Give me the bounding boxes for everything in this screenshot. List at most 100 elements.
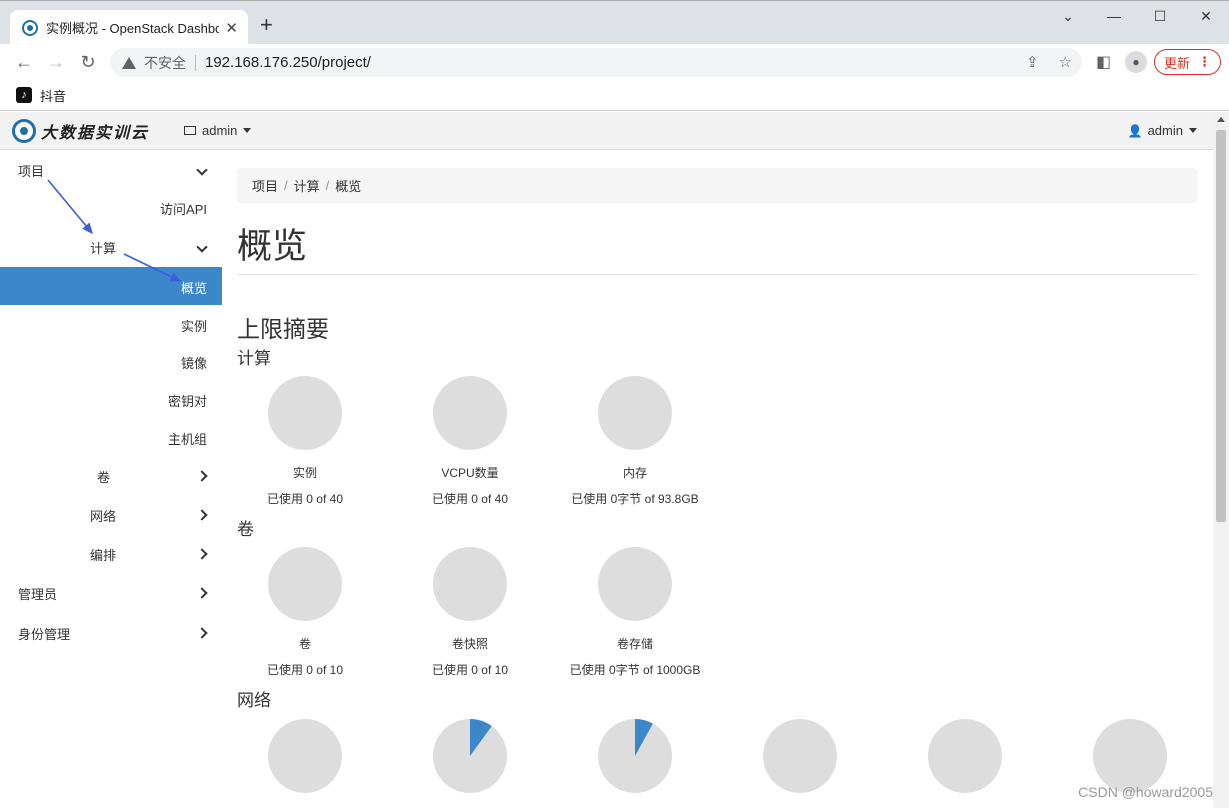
back-icon[interactable]: ← — [12, 50, 36, 74]
caret-down-icon — [243, 128, 252, 133]
douyin-icon: ♪ — [16, 87, 32, 103]
project-selector[interactable]: admin — [184, 123, 252, 138]
sidebar-item-keypairs[interactable]: 密钥对 — [0, 380, 222, 418]
sidebar-item-volumes[interactable]: 卷 — [0, 456, 222, 494]
side-panel-icon[interactable]: ◧ — [1096, 52, 1111, 72]
url-text[interactable]: 192.168.176.250/project/ — [205, 54, 371, 71]
chevron-right-icon — [196, 506, 208, 522]
breadcrumb-overview: 概览 — [335, 179, 362, 194]
forward-icon[interactable]: → — [44, 50, 68, 74]
tab-title: 实例概况 - OpenStack Dashboard — [46, 21, 220, 36]
minimize-button[interactable]: — — [1091, 5, 1137, 27]
sidebar-item-label: 主机组 — [167, 432, 207, 447]
bookmark-douyin[interactable]: 抖音 — [40, 86, 66, 105]
breadcrumb-project[interactable]: 项目 — [252, 176, 278, 195]
profile-avatar-icon[interactable]: ● — [1125, 51, 1147, 73]
pie-label: VCPU数量 — [441, 466, 499, 480]
compute-usage-pie: 内存已使用 0字节 of 93.8GB — [560, 376, 710, 507]
pie-usage-text: 已使用 0 of 40 — [266, 492, 344, 506]
pie-chart — [268, 547, 342, 621]
pie-chart — [433, 376, 507, 450]
update-button[interactable]: 更新 ⋮ — [1154, 49, 1221, 75]
pie-available-slice — [268, 376, 342, 450]
volume-usage-pie: 卷存储 已使用 0字节 of 1000GB — [560, 547, 710, 678]
sidebar: 项目 访问API 计算 概览 实例 镜像 密钥对 主机组 卷 网络 编排 管理员… — [0, 150, 222, 808]
sidebar-item-orchestration[interactable]: 编排 — [0, 534, 222, 572]
sidebar-item-host-groups[interactable]: 主机组 — [0, 418, 222, 456]
warning-icon — [122, 56, 136, 69]
sidebar-item-label: 身份管理 — [18, 627, 71, 642]
user-name: admin — [1147, 123, 1183, 138]
pie-chart — [598, 376, 672, 450]
sidebar-item-project[interactable]: 项目 — [0, 150, 222, 188]
bookmarks-bar: ♪ 抖音 — [0, 80, 1229, 111]
compute-section-heading: 计算 — [237, 349, 271, 368]
network-usage-pie — [1055, 719, 1205, 793]
volume-section-heading: 卷 — [237, 520, 254, 539]
tab-close-icon[interactable]: ✕ — [225, 19, 238, 37]
sidebar-item-label: 管理员 — [18, 587, 58, 602]
user-icon: 👤 — [1127, 123, 1143, 138]
pie-available-slice — [1093, 719, 1167, 793]
pie-chart — [763, 719, 837, 793]
chevron-right-icon — [196, 545, 208, 561]
scrollbar-thumb[interactable] — [1216, 130, 1226, 522]
address-bar[interactable]: 不安全 192.168.176.250/project/ ⇪ ☆ — [110, 48, 1082, 77]
sidebar-item-instances[interactable]: 实例 — [0, 305, 222, 343]
pie-usage-text: 已使用 0字节 of 1000GB — [569, 663, 701, 677]
sidebar-item-label: 密钥对 — [167, 394, 207, 409]
network-usage-pie — [230, 719, 380, 793]
share-icon[interactable]: ⇪ — [1026, 53, 1039, 71]
pie-usage-text: 已使用 0 of 40 — [431, 492, 509, 506]
network-usage-pie — [395, 719, 545, 793]
update-label: 更新 — [1163, 55, 1190, 71]
pie-usage-text: 已使用 0字节 of 93.8GB — [571, 492, 699, 506]
sidebar-item-overview[interactable]: 概览 — [0, 267, 222, 305]
sidebar-item-label: 实例 — [180, 319, 207, 334]
pie-chart — [433, 719, 507, 793]
bookmark-star-icon[interactable]: ☆ — [1059, 53, 1072, 71]
pie-label: 实例 — [292, 466, 317, 480]
maximize-button[interactable]: ☐ — [1137, 5, 1183, 27]
sidebar-item-label: 镜像 — [180, 356, 207, 371]
sidebar-item-label: 概览 — [180, 281, 207, 296]
scroll-up-icon[interactable] — [1217, 117, 1225, 122]
pie-label: 内存 — [622, 466, 647, 480]
network-usage-pie — [725, 719, 875, 793]
network-section-heading: 网络 — [237, 691, 271, 710]
pie-available-slice — [763, 719, 837, 793]
logo[interactable]: 大数据实训云 — [12, 119, 149, 143]
sidebar-item-admin[interactable]: 管理员 — [0, 573, 222, 611]
sidebar-item-label: 卷 — [97, 470, 111, 485]
pie-chart — [598, 547, 672, 621]
sidebar-item-label: 访问API — [160, 202, 207, 217]
pie-available-slice — [268, 719, 342, 793]
sidebar-item-label: 编排 — [90, 548, 117, 563]
breadcrumb-separator: / — [325, 178, 330, 193]
breadcrumb-separator: / — [284, 178, 288, 193]
close-window-button[interactable]: ✕ — [1183, 5, 1229, 27]
pie-available-slice — [433, 376, 507, 450]
sidebar-item-network[interactable]: 网络 — [0, 495, 222, 533]
page-scrollbar[interactable] — [1213, 112, 1229, 808]
sidebar-item-compute[interactable]: 计算 — [0, 227, 222, 265]
volume-usage-pie: 卷快照 已使用 0 of 10 — [395, 547, 545, 678]
pie-label: 卷 — [298, 637, 311, 651]
pie-chart — [928, 719, 1002, 793]
pie-chart — [598, 719, 672, 793]
reload-icon[interactable]: ↻ — [76, 50, 100, 74]
browser-tab[interactable]: 实例概况 - OpenStack Dashboard ✕ — [10, 10, 248, 45]
chevron-down-icon — [196, 161, 208, 177]
sidebar-item-images[interactable]: 镜像 — [0, 342, 222, 380]
sidebar-item-identity[interactable]: 身份管理 — [0, 613, 222, 651]
user-menu[interactable]: 👤 admin — [1128, 123, 1197, 138]
pie-available-slice — [928, 719, 1002, 793]
browser-tab-strip: 实例概况 - OpenStack Dashboard ✕ + ⌄ — ☐ ✕ — [0, 0, 1229, 45]
tab-search-icon[interactable]: ⌄ — [1045, 5, 1091, 27]
breadcrumb-compute[interactable]: 计算 — [294, 176, 320, 195]
new-tab-button[interactable]: + — [260, 14, 273, 36]
browser-toolbar: ← → ↻ 不安全 192.168.176.250/project/ ⇪ ☆ ◧ — [0, 44, 1229, 80]
sidebar-item-access-api[interactable]: 访问API — [0, 188, 222, 226]
limit-summary-heading: 上限摘要 — [237, 316, 329, 342]
sidebar-item-label: 项目 — [18, 164, 45, 179]
